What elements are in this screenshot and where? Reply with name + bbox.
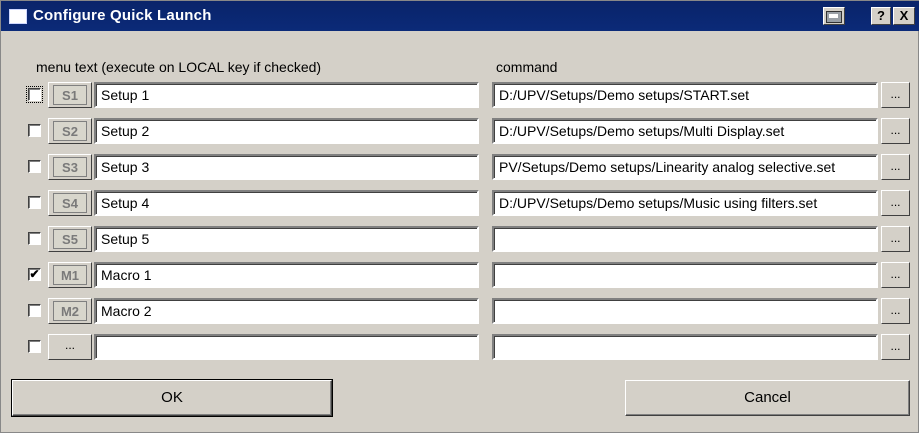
menu-text-field[interactable]: Macro 1 xyxy=(94,262,479,288)
local-key-checkbox[interactable] xyxy=(28,232,41,245)
local-key-checkbox[interactable] xyxy=(28,124,41,137)
local-key-checkbox[interactable] xyxy=(28,340,41,353)
quick-launch-row: ✔ M1 Macro 1... xyxy=(1,260,919,290)
keyboard-icon xyxy=(826,11,842,23)
softkey-label: ... xyxy=(64,338,75,352)
quick-launch-row: S1 Setup 1 D:/UPV/Setups/Demo setups/START… xyxy=(1,80,919,110)
browse-button[interactable]: ... xyxy=(881,262,910,288)
browse-button[interactable]: ... xyxy=(881,190,910,216)
command-field[interactable] xyxy=(492,262,878,288)
browse-button[interactable]: ... xyxy=(881,118,910,144)
local-key-checkbox[interactable] xyxy=(28,160,41,173)
softkey-button[interactable]: S1 xyxy=(48,82,92,108)
command-field[interactable]: D:/UPV/Setups/Demo setups/Music using fi… xyxy=(492,190,878,216)
menu-text-field[interactable] xyxy=(94,334,479,360)
quick-launch-row: S2 Setup 2 D:/UPV/Setups/Demo setups/Multi… xyxy=(1,116,919,146)
softkey-button[interactable]: S3 xyxy=(48,154,92,180)
command-field[interactable]: D:/UPV/Setups/Demo setups/START.set xyxy=(492,82,878,108)
command-field[interactable]: D:/UPV/Setups/Demo setups/Multi Display.… xyxy=(492,118,878,144)
menu-text-field[interactable]: Setup 2 xyxy=(94,118,479,144)
browse-button[interactable]: ... xyxy=(881,82,910,108)
softkey-label: M2 xyxy=(53,301,87,321)
menu-text-header: menu text (execute on LOCAL key if check… xyxy=(36,59,322,75)
browse-button[interactable]: ... xyxy=(881,226,910,252)
help-button[interactable]: ? xyxy=(871,7,891,25)
local-key-checkbox[interactable]: ✔ xyxy=(28,268,41,281)
softkey-label: S5 xyxy=(53,229,87,249)
browse-button[interactable]: ... xyxy=(881,334,910,360)
softkey-label: S4 xyxy=(53,193,87,213)
softkey-label: M1 xyxy=(53,265,87,285)
configure-quick-launch-dialog: Configure Quick Launch ? X menu text (ex… xyxy=(0,0,919,433)
command-field[interactable] xyxy=(492,226,878,252)
keyboard-button[interactable] xyxy=(823,7,845,25)
window-icon xyxy=(9,9,27,24)
menu-text-field[interactable]: Macro 2 xyxy=(94,298,479,324)
title-bar[interactable]: Configure Quick Launch ? X xyxy=(1,1,919,31)
window-title: Configure Quick Launch xyxy=(33,7,212,24)
softkey-button[interactable]: S2 xyxy=(48,118,92,144)
softkey-button[interactable]: ... xyxy=(48,334,92,360)
command-field[interactable] xyxy=(492,298,878,324)
menu-text-field[interactable]: Setup 1 xyxy=(94,82,479,108)
ok-button[interactable]: OK xyxy=(11,379,333,417)
local-key-checkbox[interactable] xyxy=(28,196,41,209)
cancel-button[interactable]: Cancel xyxy=(625,380,910,416)
softkey-button[interactable]: M1 xyxy=(48,262,92,288)
softkey-button[interactable]: S5 xyxy=(48,226,92,252)
quick-launch-row: S4 Setup 4 D:/UPV/Setups/Demo setups/Music… xyxy=(1,188,919,218)
softkey-label: S2 xyxy=(53,121,87,141)
quick-launch-row: M2 Macro 2... xyxy=(1,296,919,326)
command-header: command xyxy=(496,59,558,75)
softkey-button[interactable]: S4 xyxy=(48,190,92,216)
quick-launch-row: S5 Setup 5... xyxy=(1,224,919,254)
command-field[interactable]: PV/Setups/Demo setups/Linearity analog s… xyxy=(492,154,878,180)
menu-text-field[interactable]: Setup 5 xyxy=(94,226,479,252)
quick-launch-row: ...... xyxy=(1,332,919,362)
local-key-checkbox[interactable] xyxy=(26,86,43,103)
command-field[interactable] xyxy=(492,334,878,360)
browse-button[interactable]: ... xyxy=(881,154,910,180)
menu-text-field[interactable]: Setup 3 xyxy=(94,154,479,180)
softkey-button[interactable]: M2 xyxy=(48,298,92,324)
close-button[interactable]: X xyxy=(893,7,915,25)
local-key-checkbox[interactable] xyxy=(28,304,41,317)
menu-text-field[interactable]: Setup 4 xyxy=(94,190,479,216)
quick-launch-row: S3 Setup 3 PV/Setups/Demo setups/Linearity… xyxy=(1,152,919,182)
browse-button[interactable]: ... xyxy=(881,298,910,324)
softkey-label: S3 xyxy=(53,157,87,177)
softkey-label: S1 xyxy=(53,85,87,105)
